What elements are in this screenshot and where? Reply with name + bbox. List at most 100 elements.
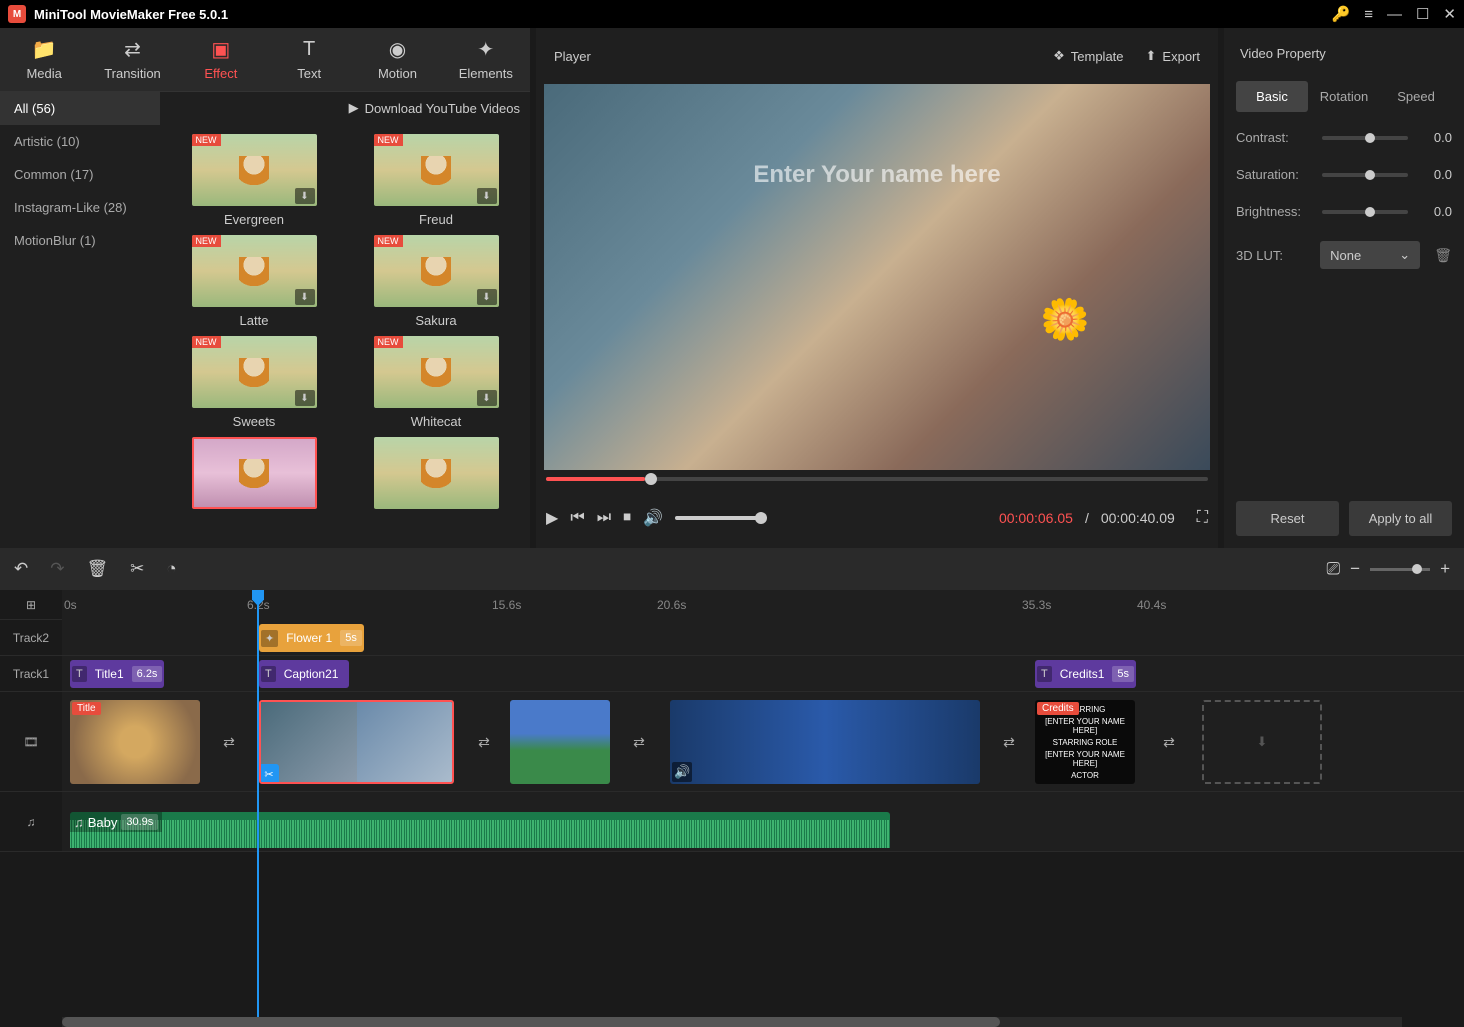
key-icon[interactable]: 🔑	[1332, 5, 1351, 23]
volume-icon[interactable]: 🔊	[643, 508, 663, 528]
delete-lut-icon[interactable]: 🗑	[1434, 247, 1452, 264]
time-current: 00:00:06.05	[999, 510, 1073, 526]
tab-media[interactable]: 📁Media	[0, 28, 88, 91]
effect-sakura[interactable]: NEW⬇ Sakura	[350, 235, 522, 328]
audio-track[interactable]: ♫ Baby 30.9s	[62, 792, 1464, 852]
horizontal-scrollbar[interactable]	[62, 1017, 1402, 1027]
transition-slot-icon[interactable]: ⇄	[472, 732, 496, 752]
effect-item[interactable]	[350, 437, 522, 509]
clip-flower[interactable]: ✦ Flower 1 5s	[259, 624, 364, 652]
properties-title: Video Property	[1236, 40, 1452, 67]
stop-icon[interactable]: ⏹	[623, 509, 631, 527]
vclip-landscape[interactable]	[510, 700, 610, 784]
export-button[interactable]: ⬆Export	[1146, 48, 1200, 64]
tab-transition[interactable]: ⇄Transition	[88, 28, 176, 91]
audio-clip[interactable]: ♫ Baby 30.9s	[70, 812, 890, 848]
zoom-out-icon[interactable]: −	[1350, 559, 1360, 579]
menu-icon[interactable]: ≡	[1364, 6, 1373, 23]
tab-text[interactable]: TText	[265, 28, 353, 91]
split-icon[interactable]: ✂	[130, 559, 144, 579]
progress-bar[interactable]	[546, 470, 1208, 488]
transition-slot-icon[interactable]: ⇄	[217, 732, 241, 752]
cat-motionblur[interactable]: MotionBlur (1)	[0, 224, 160, 257]
new-badge: NEW	[192, 336, 221, 348]
credits-tag: Credits	[1037, 702, 1079, 715]
undo-icon[interactable]: ↶	[14, 559, 28, 579]
tab-motion[interactable]: ◉Motion	[353, 28, 441, 91]
cat-instagram[interactable]: Instagram-Like (28)	[0, 191, 160, 224]
track1[interactable]: T Title1 6.2s T Caption21 T Credits1 5s	[62, 656, 1464, 692]
transition-slot-icon[interactable]: ⇄	[1157, 732, 1181, 752]
reset-button[interactable]: Reset	[1236, 501, 1339, 536]
download-icon[interactable]: ⬇	[295, 390, 315, 406]
text-icon: T	[303, 38, 315, 60]
prop-tab-speed[interactable]: Speed	[1380, 81, 1452, 112]
playhead[interactable]	[257, 590, 259, 1017]
download-icon[interactable]: ⬇	[295, 289, 315, 305]
contrast-slider[interactable]	[1322, 136, 1408, 140]
close-icon[interactable]: ✕	[1443, 5, 1456, 23]
effect-evergreen[interactable]: NEW⬇ Evergreen	[168, 134, 340, 227]
text-clip-icon: T	[72, 666, 87, 682]
download-icon[interactable]: ⬇	[477, 390, 497, 406]
vclip-city[interactable]: 🔊	[670, 700, 980, 784]
tab-elements[interactable]: ✦Elements	[442, 28, 530, 91]
clip-credits1[interactable]: T Credits1 5s	[1035, 660, 1136, 688]
vclip-selected[interactable]: ✂	[259, 700, 454, 784]
zoom-slider[interactable]	[1370, 568, 1430, 571]
saturation-slider[interactable]	[1322, 173, 1408, 177]
video-preview[interactable]: Enter Your name here 🌼	[544, 84, 1210, 470]
chevron-down-icon: ⌄	[1399, 247, 1410, 263]
track2[interactable]: ✦ Flower 1 5s	[62, 620, 1464, 656]
effect-sweets[interactable]: NEW⬇ Sweets	[168, 336, 340, 429]
download-youtube-link[interactable]: ▶ Download YouTube Videos	[160, 92, 530, 124]
effect-selected[interactable]	[168, 437, 340, 509]
play-icon[interactable]: ▶	[546, 508, 558, 528]
vclip-credits[interactable]: Credits STARRING [ENTER YOUR NAME HERE] …	[1035, 700, 1135, 784]
brightness-slider[interactable]	[1322, 210, 1408, 214]
player-title: Player	[554, 49, 591, 64]
transition-slot-icon[interactable]: ⇄	[997, 732, 1021, 752]
next-icon[interactable]: ⏭	[597, 509, 611, 527]
minimize-icon[interactable]: —	[1387, 6, 1402, 23]
split-badge-icon[interactable]: ✂	[259, 764, 279, 784]
video-track[interactable]: Title ⇄ ✂ ⇄ ⇄ 🔊 ⇄ Credits STARRING [ENTE…	[62, 692, 1464, 792]
vclip-title[interactable]: Title	[70, 700, 200, 784]
clip-caption21[interactable]: T Caption21	[259, 660, 349, 688]
lut-dropdown[interactable]: None⌄	[1320, 241, 1420, 269]
add-track-button[interactable]: ⊞	[0, 590, 62, 620]
redo-icon[interactable]: ↷	[50, 559, 64, 579]
folder-icon: 📁	[32, 38, 57, 60]
download-icon[interactable]: ⬇	[477, 188, 497, 204]
trash-icon[interactable]: 🗑	[87, 559, 109, 579]
fit-icon[interactable]: ⎚	[1327, 559, 1341, 579]
effect-whitecat[interactable]: NEW⬇ Whitecat	[350, 336, 522, 429]
volume-slider[interactable]	[675, 516, 765, 520]
maximize-icon[interactable]: ☐	[1416, 5, 1429, 23]
download-icon[interactable]: ⬇	[477, 289, 497, 305]
speed-icon[interactable]: ◔	[166, 559, 176, 579]
prop-tab-basic[interactable]: Basic	[1236, 81, 1308, 112]
template-button[interactable]: ❖Template	[1053, 48, 1123, 64]
text-overlay: Enter Your name here	[753, 161, 1000, 189]
cat-all[interactable]: All (56)	[0, 92, 160, 125]
download-icon[interactable]: ⬇	[295, 188, 315, 204]
titlebar: M MiniTool MovieMaker Free 5.0.1 🔑 ≡ — ☐…	[0, 0, 1464, 28]
transition-slot-icon[interactable]: ⇄	[627, 732, 651, 752]
effect-latte[interactable]: NEW⬇ Latte	[168, 235, 340, 328]
cat-artistic[interactable]: Artistic (10)	[0, 125, 160, 158]
effect-freud[interactable]: NEW⬇ Freud	[350, 134, 522, 227]
ruler[interactable]: 0s 6.2s 15.6s 20.6s 35.3s 40.4s	[62, 590, 1464, 620]
zoom-in-icon[interactable]: +	[1440, 559, 1450, 579]
fullscreen-icon[interactable]: ⛶	[1197, 509, 1208, 527]
drop-zone[interactable]: ⬇	[1202, 700, 1322, 784]
brightness-label: Brightness:	[1236, 204, 1306, 219]
cat-common[interactable]: Common (17)	[0, 158, 160, 191]
prev-icon[interactable]: ⏮	[570, 509, 584, 527]
clip-title1[interactable]: T Title1 6.2s	[70, 660, 164, 688]
tab-effect[interactable]: ▣Effect	[177, 28, 265, 91]
prop-tab-rotation[interactable]: Rotation	[1308, 81, 1380, 112]
music-icon: ♫	[74, 815, 84, 830]
apply-all-button[interactable]: Apply to all	[1349, 501, 1452, 536]
audio-track-icon: ♫	[0, 792, 62, 852]
